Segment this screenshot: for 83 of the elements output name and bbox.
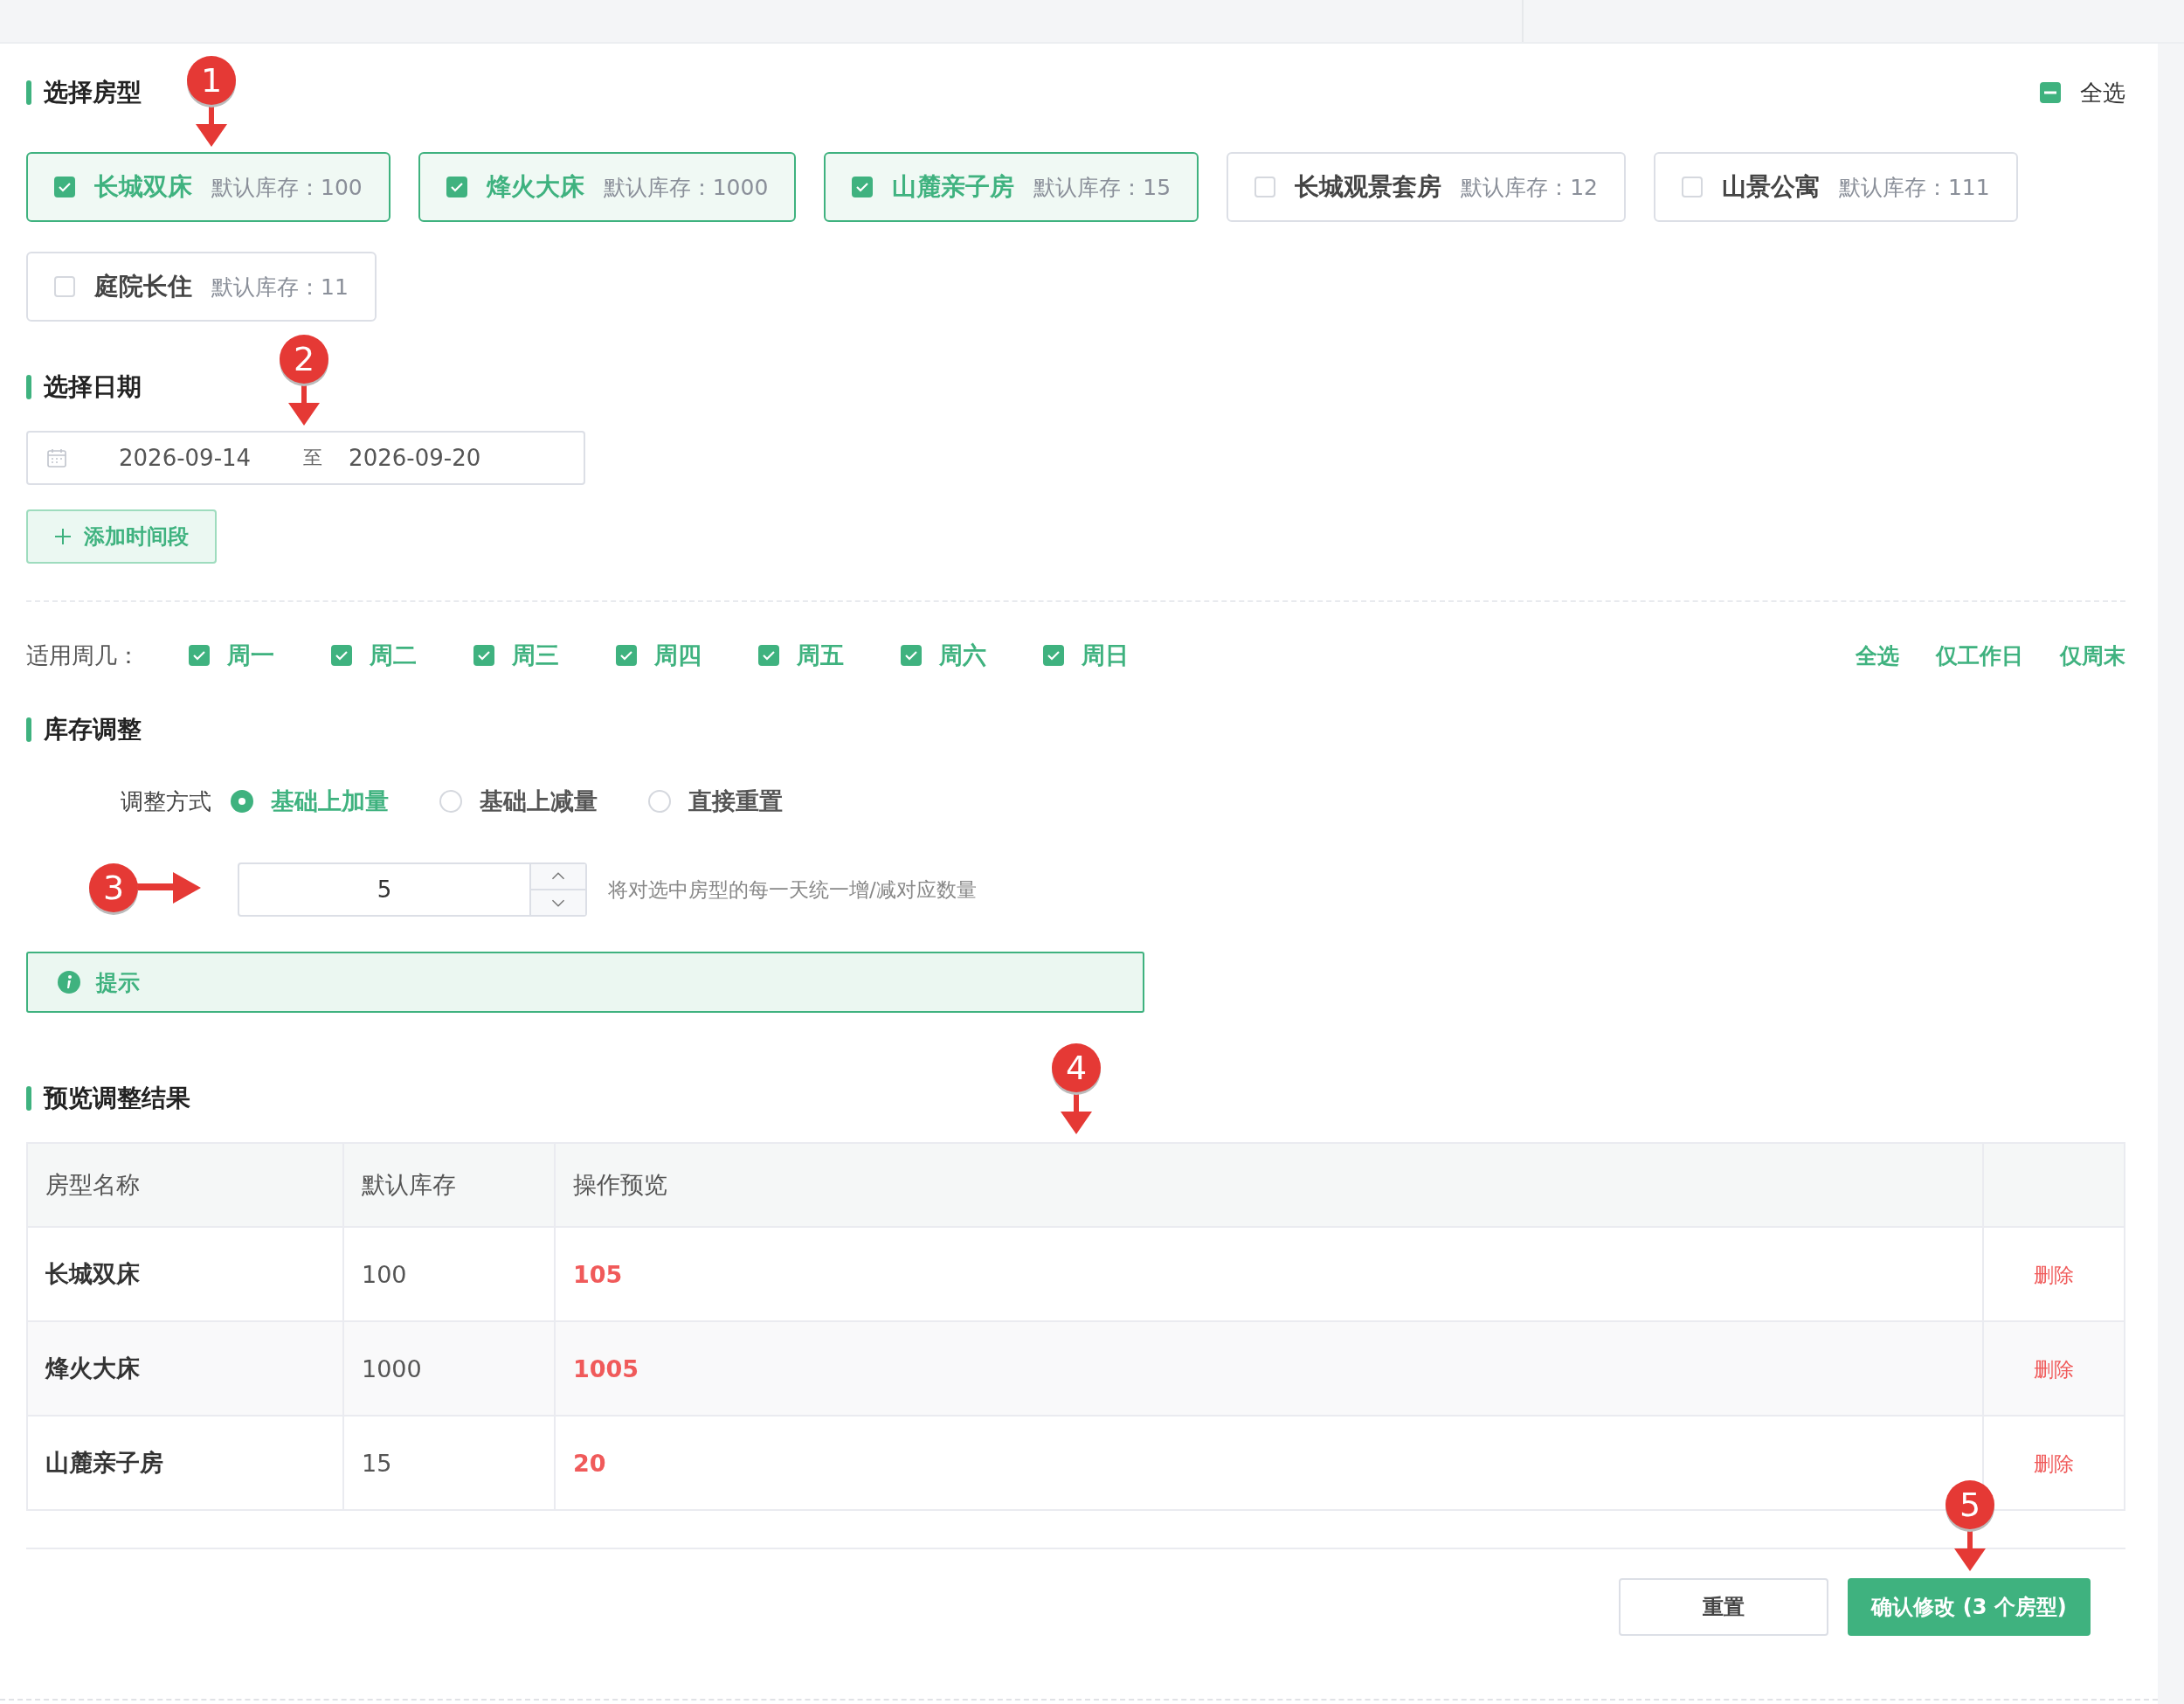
date-range-field[interactable]: 2026-09-14 至 2026-09-20	[26, 431, 585, 485]
table-cell: 15	[343, 1416, 555, 1510]
plus-icon	[54, 528, 72, 545]
info-icon	[58, 971, 80, 994]
check-icon	[449, 182, 464, 192]
check-icon	[477, 650, 491, 661]
delete-link[interactable]: 删除	[2034, 1451, 2074, 1475]
room-option[interactable]: 山麓亲子房 默认库存：15	[824, 152, 1199, 222]
pointer-arrow	[194, 105, 229, 149]
room-option[interactable]: 长城观景套房 默认库存：12	[1227, 152, 1626, 222]
tip-banner: 提示	[26, 952, 1144, 1013]
room-option[interactable]: 庭院长住 默认库存：11	[26, 252, 377, 322]
checkbox[interactable]	[1254, 177, 1276, 197]
room-option[interactable]: 长城双床 默认库存：100	[26, 152, 390, 222]
checkbox[interactable]	[473, 645, 494, 666]
delete-link[interactable]: 删除	[2034, 1357, 2074, 1381]
weekday-option[interactable]: 周六	[939, 640, 986, 671]
checkbox[interactable]	[1043, 645, 1064, 666]
column-header: 默认库存	[343, 1143, 555, 1227]
checkbox[interactable]	[189, 645, 210, 666]
hint-text: 将对选中房型的每一天统一增/减对应数量	[608, 876, 977, 903]
checkbox[interactable]	[2040, 82, 2061, 103]
select-all-label[interactable]: 全选	[2080, 77, 2125, 108]
radio-button[interactable]	[439, 790, 462, 813]
table-cell: 1005	[555, 1321, 1983, 1416]
checkbox[interactable]	[331, 645, 352, 666]
table-cell: 烽火大床	[27, 1321, 343, 1416]
mode-option[interactable]: 直接重置	[688, 786, 783, 817]
pointer-arrow	[287, 384, 321, 427]
column-header: 房型名称	[27, 1143, 343, 1227]
radio-button[interactable]	[231, 790, 253, 813]
checkbox[interactable]	[54, 177, 75, 197]
section-marker	[26, 1086, 31, 1111]
check-icon	[192, 650, 206, 661]
room-option[interactable]: 烽火大床 默认库存：1000	[418, 152, 797, 222]
section-title: 选择房型	[44, 77, 142, 108]
check-icon	[335, 650, 349, 661]
section-marker	[26, 717, 31, 742]
checkbox[interactable]	[446, 177, 467, 197]
check-icon	[762, 650, 776, 661]
check-icon	[619, 650, 633, 661]
section-title: 预览调整结果	[44, 1083, 190, 1114]
checkbox[interactable]	[852, 177, 874, 197]
section-marker	[26, 80, 31, 105]
pointer-arrow	[1059, 1092, 1094, 1136]
weekday-option[interactable]: 周五	[797, 640, 844, 671]
quantity-field[interactable]: 5	[238, 862, 587, 917]
reset-button[interactable]: 重置	[1619, 1578, 1828, 1636]
delete-link[interactable]: 删除	[2034, 1263, 2074, 1286]
checkbox[interactable]	[54, 276, 75, 297]
shortcut-link[interactable]: 全选	[1856, 641, 1899, 670]
check-icon	[904, 650, 918, 661]
shortcut-link[interactable]: 仅周末	[2060, 641, 2125, 670]
checkbox[interactable]	[758, 645, 779, 666]
checkbox[interactable]	[901, 645, 922, 666]
mode-option[interactable]: 基础上减量	[480, 786, 598, 817]
dash-icon	[2044, 91, 2056, 94]
section-title: 库存调整	[44, 714, 142, 745]
table-cell: 1000	[343, 1321, 555, 1416]
checkbox[interactable]	[1681, 177, 1703, 197]
mode-label: 调整方式	[121, 786, 211, 816]
shortcut-link[interactable]: 仅工作日	[1936, 641, 2023, 670]
column-header: 操作预览	[555, 1143, 1983, 1227]
weekday-option[interactable]: 周一	[227, 640, 274, 671]
checkbox[interactable]	[616, 645, 637, 666]
table-cell: 山麓亲子房	[27, 1416, 343, 1510]
confirm-button[interactable]: 确认修改 (3 个房型)	[1848, 1578, 2091, 1636]
radio-button[interactable]	[648, 790, 671, 813]
check-icon	[58, 182, 72, 192]
weekday-option[interactable]: 周三	[512, 640, 559, 671]
weekday-option[interactable]: 周日	[1082, 640, 1129, 671]
add-period-button[interactable]: 添加时间段	[26, 509, 217, 564]
pointer-arrow	[1952, 1529, 1987, 1573]
section-marker	[26, 375, 31, 399]
section-title: 选择日期	[44, 371, 142, 403]
weekday-label: 适用周几：	[26, 641, 141, 670]
weekday-option[interactable]: 周四	[654, 640, 702, 671]
check-icon	[1047, 650, 1061, 661]
mode-option[interactable]: 基础上加量	[271, 786, 389, 817]
weekday-option[interactable]: 周二	[370, 640, 417, 671]
room-option[interactable]: 山景公寓 默认库存：111	[1653, 152, 2018, 222]
calendar-icon	[47, 448, 66, 468]
check-icon	[855, 182, 870, 192]
